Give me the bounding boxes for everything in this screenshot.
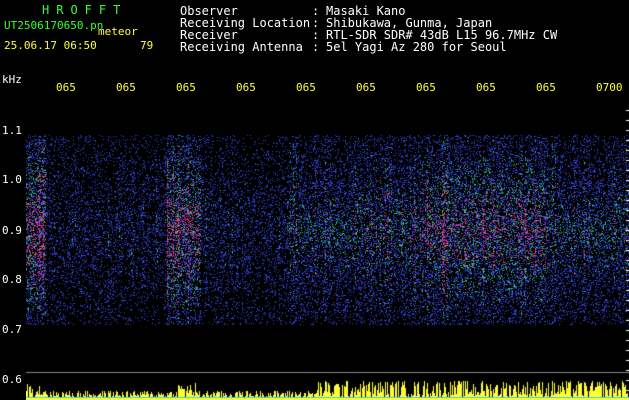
time-tick: 065 [536, 81, 556, 94]
time-tick: 065 [236, 81, 256, 94]
time-tick: 065 [416, 81, 436, 94]
freq-tick-0.8: 0.8 [2, 273, 22, 286]
time-tick: 065 [476, 81, 496, 94]
time-tick: 065 [176, 81, 196, 94]
info-value-antenna: 5el Yagi Az 280 for Seoul [326, 40, 507, 54]
spectrogram-plot [26, 100, 629, 400]
detection-count: 79 [140, 39, 154, 52]
time-tick: 065 [356, 81, 376, 94]
freq-tick-0.6: 0.6 [2, 373, 22, 386]
freq-tick-1.1: 1.1 [2, 124, 22, 137]
freq-tick-0.9: 0.9 [2, 224, 22, 237]
date-time: 25.06.17 06:50 [4, 39, 97, 52]
freq-tick-0.7: 0.7 [2, 323, 22, 336]
info-label-antenna: Receiving Antenna [180, 40, 303, 54]
mode-label: meteor [98, 25, 138, 38]
info-colon: : [312, 40, 320, 54]
time-tick: 065 [296, 81, 316, 94]
brand-title: HROFFT [42, 3, 128, 17]
time-tick: 0700 [596, 81, 623, 94]
file-name: UT2506170650.pn [4, 19, 104, 32]
time-tick: 065 [116, 81, 136, 94]
frequency-unit-label: kHz [2, 73, 22, 86]
freq-tick-1.0: 1.0 [2, 173, 22, 186]
time-tick: 065 [56, 81, 76, 94]
